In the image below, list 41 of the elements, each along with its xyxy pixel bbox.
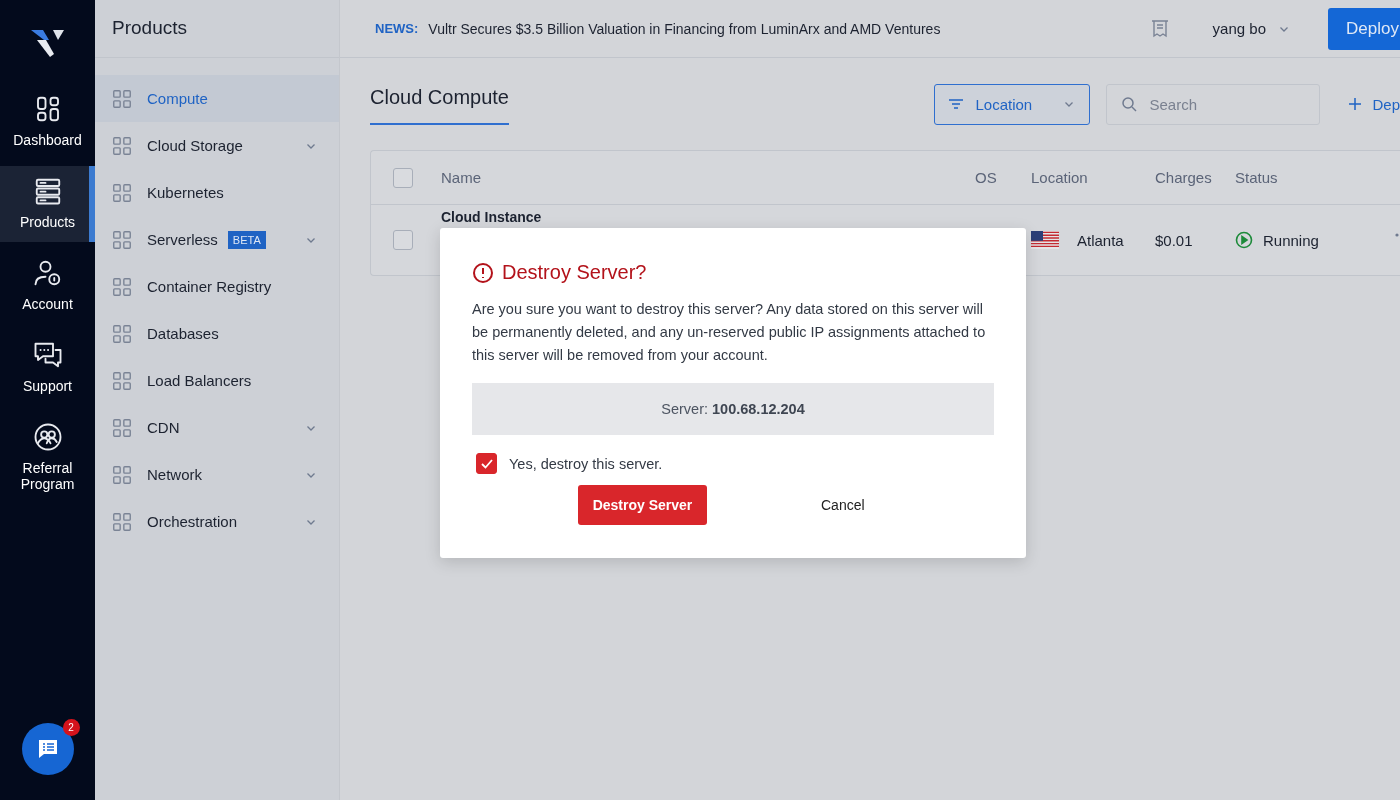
search-input[interactable]: Search [1147,94,1302,114]
table-cell-text: $0.01 [1155,231,1194,249]
dialog-title: Destroy Server? [502,261,647,284]
sidebar-item[interactable]: Kubernetes [95,169,339,216]
sidebar-item[interactable]: Network [95,451,339,498]
column-header: Location [1031,169,1088,186]
beta-badge: BETA [227,230,266,249]
rail-nav-item[interactable]: Support [0,330,95,406]
table-cell: Atlanta [1077,231,1124,249]
search-field[interactable]: Search [1106,83,1321,125]
confirm-label[interactable]: Yes, destroy this server. [509,455,663,472]
sidebar-item[interactable]: Load Balancers [95,357,339,404]
sidebar-item[interactable]: Orchestration [95,498,339,545]
notification-badge: 2 [62,719,80,736]
news-headline[interactable]: Vultr Secures $3.5 Billion Valuation in Financing from LuminArx and AMD Ventures [428,20,941,37]
rail-nav-item[interactable]: Account [0,248,95,324]
column-header: Status [1235,169,1278,186]
sidebar-title: Products [95,0,339,58]
column-header: OS [975,169,997,186]
server-name[interactable]: Cloud Instance [441,209,542,225]
news-label: NEWS: [375,21,419,36]
sidebar-item[interactable]: Databases [95,310,339,357]
sidebar-item[interactable]: Cloud Storage [95,122,339,169]
cancel-button[interactable]: Cancel [809,489,877,521]
rail-nav-item[interactable]: Dashboard [0,84,95,160]
user-menu[interactable]: yang bo [1212,20,1290,37]
sidebar-item[interactable]: CDN [95,404,339,451]
destroy-server-button[interactable]: Destroy Server [578,485,707,525]
deploy-button[interactable]: Deploy [1328,7,1400,50]
server-address: Server: 100.68.12.204 [661,401,805,417]
column-header: Charges [1155,169,1212,186]
page-title[interactable]: Cloud Compute [370,83,509,125]
status-text: Running [1263,231,1319,249]
column-header: Name [441,169,481,186]
new-server-link[interactable]: Dep [1348,95,1400,113]
rail-nav-item[interactable]: Referral Program [0,412,95,504]
dialog-message: Are you sure you want to destroy this server? Any data stored on this server will be permanently deleted, and any un-reserved public IP assignments attached to this server will be removed from your account. [472,300,987,365]
rail-nav-item[interactable]: Products [0,166,95,242]
sidebar-item[interactable]: Serverless BETA [95,216,339,263]
location-filter[interactable]: Location [934,83,1091,125]
sidebar-item[interactable]: Container Registry [95,263,339,310]
